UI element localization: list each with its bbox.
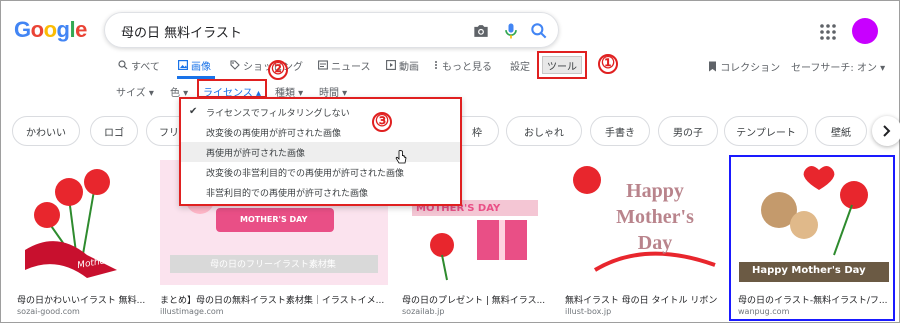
safesearch-label: セーフサーチ: オン xyxy=(791,63,877,74)
safesearch-toggle[interactable]: セーフサーチ: オン ▾ xyxy=(791,59,885,74)
chip[interactable]: 男の子 xyxy=(658,116,718,146)
search-icon[interactable] xyxy=(529,21,549,41)
result-title[interactable]: まとめ】母の日の無料イラスト素材集｜イラストイメ... xyxy=(160,293,388,306)
card-image-text: MOTHER'S DAY xyxy=(240,215,308,224)
filter-size[interactable]: サイズ ▾ xyxy=(116,84,154,99)
chip[interactable]: ロゴ xyxy=(90,116,138,146)
license-dropdown-menu: ✔ ライセンスでフィルタリングしない 改変後の再使用が許可された画像 再使用が許… xyxy=(179,97,462,206)
dropdown-item-noncommercial-modify-reuse[interactable]: 改変後の非営利目的での再使用が許可された画像 xyxy=(181,162,460,182)
image-result-4[interactable]: Happy Mother's Day xyxy=(565,160,721,285)
check-icon: ✔ xyxy=(189,106,198,117)
logo-letter: e xyxy=(75,17,87,42)
dropdown-item-label: 再使用が許可された画像 xyxy=(206,148,306,159)
collection-label: コレクション xyxy=(720,63,781,74)
result-title[interactable]: 母の日かわいいイラスト 無料... xyxy=(17,293,147,306)
video-icon xyxy=(386,60,396,70)
chip[interactable]: おしゃれ xyxy=(506,116,582,146)
chevron-right-icon xyxy=(883,125,891,137)
image-icon xyxy=(178,60,188,70)
tab-images[interactable]: 画像 xyxy=(178,57,211,73)
microphone-icon[interactable] xyxy=(501,21,521,41)
camera-icon[interactable] xyxy=(471,21,491,41)
chip[interactable]: かわいい xyxy=(12,116,80,146)
logo-letter: G xyxy=(14,17,31,42)
chip[interactable]: テンプレート xyxy=(724,116,808,146)
apps-grid-icon[interactable] xyxy=(818,22,838,42)
chips-next-button[interactable] xyxy=(872,116,900,146)
account-avatar[interactable] xyxy=(852,18,878,44)
chip[interactable]: 壁紙 xyxy=(815,116,867,146)
logo-letter: o xyxy=(30,17,44,42)
result-source: illust-box.jp xyxy=(565,307,612,316)
dropdown-item-label: ライセンスでフィルタリングしない xyxy=(206,108,350,119)
tab-label: ニュース xyxy=(331,61,371,73)
caret-down-icon: ▾ xyxy=(145,88,154,99)
result-title[interactable]: 母の日のイラスト-無料イラスト/フ... xyxy=(738,293,888,306)
tab-more[interactable]: もっと見る xyxy=(433,57,492,73)
tab-shopping[interactable]: ショッピング xyxy=(230,57,303,73)
dropdown-item-label: 改変後の再使用が許可された画像 xyxy=(206,128,342,139)
image-result-1[interactable]: Mother's Day xyxy=(17,160,145,285)
result-source: sozai-good.com xyxy=(17,307,80,316)
annotation-marker-3: ③ xyxy=(372,112,392,132)
dropdown-item-label: 改変後の非営利目的での再使用が許可された画像 xyxy=(206,168,405,179)
result-title[interactable]: 母の日のプレゼント | 無料イラス... xyxy=(402,293,552,306)
annotation-marker-2: ② xyxy=(268,60,288,80)
search-box[interactable]: 母の日 無料イラスト xyxy=(104,12,559,48)
annotation-marker-1: ① xyxy=(598,54,618,74)
annotation-box-license xyxy=(197,79,267,98)
tools-label: ツール xyxy=(542,56,582,74)
bookmark-icon xyxy=(709,61,716,72)
tools-button[interactable]: ツール xyxy=(537,51,587,79)
card-image-subtext: 母の日のフリーイラスト素材集 xyxy=(210,260,336,270)
result-source: sozailab.jp xyxy=(402,307,445,316)
tab-all[interactable]: すべて xyxy=(118,57,160,73)
news-icon xyxy=(318,60,328,70)
settings-label: 設定 xyxy=(510,61,530,73)
settings-link[interactable]: 設定 xyxy=(510,57,530,73)
tab-label: 動画 xyxy=(399,61,419,73)
search-icon xyxy=(118,60,128,70)
caret-down-icon: ▾ xyxy=(876,63,886,74)
tab-label: すべて xyxy=(131,61,160,73)
search-input[interactable]: 母の日 無料イラスト xyxy=(121,22,242,41)
tab-news[interactable]: ニュース xyxy=(318,57,371,73)
dropdown-item-reuse[interactable]: 再使用が許可された画像 xyxy=(181,142,460,162)
result-source: wanpug.com xyxy=(738,307,790,316)
collection-link[interactable]: コレクション xyxy=(708,59,780,74)
tab-label: 画像 xyxy=(191,61,211,73)
filter-size-label: サイズ xyxy=(116,88,146,99)
google-logo[interactable]: Google xyxy=(14,17,87,43)
hand-cursor-icon xyxy=(395,150,407,164)
tag-icon xyxy=(230,60,240,70)
chip[interactable]: 手書き xyxy=(590,116,650,146)
tab-label: もっと見る xyxy=(442,61,492,73)
tab-videos[interactable]: 動画 xyxy=(386,57,419,73)
logo-letter: o xyxy=(43,17,57,42)
card-image-text: Happy Mother's Day xyxy=(616,180,694,254)
dropdown-item-modify-reuse[interactable]: 改変後の再使用が許可された画像 xyxy=(181,122,460,142)
result-source: illustimage.com xyxy=(160,307,224,316)
dropdown-item-label: 非営利目的での再使用が許可された画像 xyxy=(206,188,369,199)
more-icon xyxy=(435,61,437,69)
logo-letter: g xyxy=(56,17,70,42)
dropdown-item-noncommercial-reuse[interactable]: 非営利目的での再使用が許可された画像 xyxy=(181,182,460,202)
result-title[interactable]: 無料イラスト 母の日 タイトル リボン xyxy=(565,293,721,306)
dropdown-item-no-filter[interactable]: ✔ ライセンスでフィルタリングしない xyxy=(181,102,460,122)
